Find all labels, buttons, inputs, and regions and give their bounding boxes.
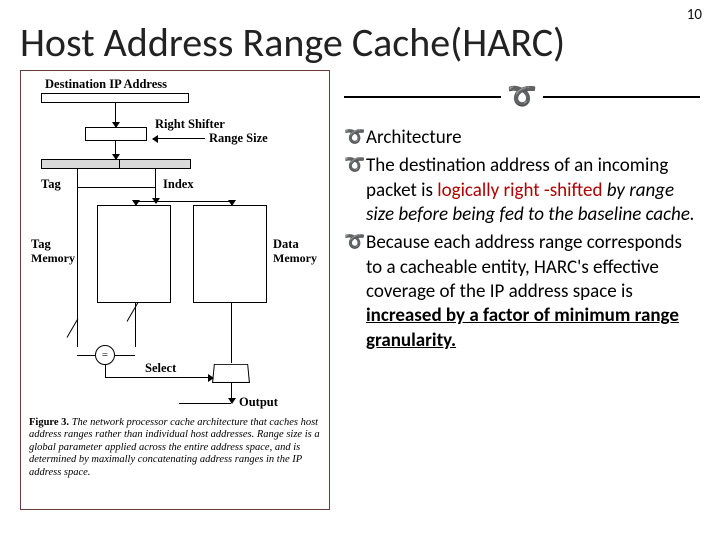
arrow-index [155,169,156,203]
text-panel: ➰ ➰ Architecture ➰ The destination addre… [344,70,700,510]
cmp-to-select [105,377,213,378]
label-data-mem2: Memory [273,251,317,266]
tag-to-cmp [77,355,95,356]
bullet-3-emph: increased by a factor of minimum range g… [366,304,679,351]
bullet-text: Architecture [366,126,700,150]
slide: 10 Host Address Range Cache(HARC) Destin… [0,0,720,540]
bullet-marker-icon: ➰ [344,231,366,353]
content-row: Destination IP Address Right Shifter Ran… [20,70,700,510]
label-output: Output [239,395,278,410]
figure-caption: Figure 3. The network processor cache ar… [29,417,321,479]
tag-hline [77,187,155,188]
figure-caption-text: The network processor cache architecture… [29,417,320,478]
range-size-arrow [153,138,205,139]
bullet-text: Because each address range corresponds t… [366,231,700,353]
bullet-item: ➰ Architecture [344,126,700,150]
index-to-datamem [231,201,232,205]
bullet-marker-icon: ➰ [344,126,366,150]
index-branch-h [135,201,231,202]
bullet-marker-icon: ➰ [344,154,366,227]
tag-memory-box [97,205,171,303]
slash-tagmem-out [127,302,139,322]
label-right-shifter: Right Shifter [155,117,225,132]
ornament-line-right [543,96,700,97]
label-select: Select [145,361,176,376]
ornament-divider: ➰ [344,84,700,110]
bullet-text: The destination address of an incoming p… [366,154,700,227]
figure-canvas: Destination IP Address Right Shifter Ran… [27,77,323,503]
select-mux [212,364,250,383]
label-dest-ip: Destination IP Address [45,77,167,92]
slide-title: Host Address Range Cache(HARC) [20,22,700,64]
arrow-dest-to-shifter [115,103,116,127]
arrow-shifter-out [115,141,116,159]
output-hline [179,403,231,404]
label-range-size: Range Size [209,131,268,146]
label-index: Index [163,177,194,192]
ornament-line-left [344,96,501,97]
shifted-word-split [119,159,120,169]
index-to-tagmem [135,201,136,205]
bullet-3-pre: Because each address range corresponds t… [366,231,682,303]
label-data-mem1: Data [273,237,299,252]
right-shifter-box [85,127,147,141]
tagmem-to-cmp [115,355,135,356]
ornament-glyph: ➰ [507,85,537,109]
figure-panel: Destination IP Address Right Shifter Ran… [20,70,330,510]
page-number: 10 [687,6,702,24]
shifted-word-box [41,159,191,169]
bullet-2-highlight: logically right -shifted [437,179,602,202]
label-tag-mem1: Tag [31,237,51,252]
tag-wire-long [77,187,78,347]
dest-ip-box [41,93,189,103]
figure-caption-label: Figure 3. [29,417,69,428]
mux-out [231,383,232,403]
tagmem-out [135,303,136,347]
tag-vline [77,169,78,187]
label-tag: Tag [41,177,61,192]
comparator-symbol: = [102,349,108,361]
bullet-item: ➰ The destination address of an incoming… [344,154,700,227]
label-tag-mem2: Memory [31,251,75,266]
bullet-list: ➰ Architecture ➰ The destination address… [344,126,700,353]
data-memory-box [193,205,267,303]
comparator-circle: = [95,345,115,365]
bullet-item: ➰ Because each address range corresponds… [344,231,700,353]
datamem-out [231,303,232,363]
cmp-out-v [105,365,106,377]
